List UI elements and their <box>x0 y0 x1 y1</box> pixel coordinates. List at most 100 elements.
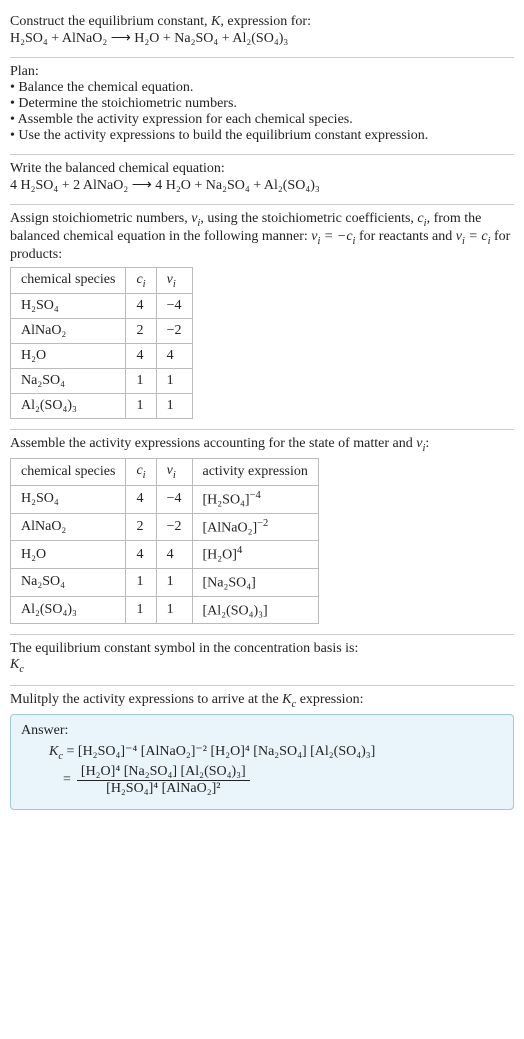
table-row: H₂O44[H₂O]4 <box>11 541 319 569</box>
table-row: Al₂(SO₄)₃11[Al₂(SO₄)₃] <box>11 596 319 624</box>
kc-symbol-text: The equilibrium constant symbol in the c… <box>10 641 514 657</box>
col-ci: ci <box>126 267 156 294</box>
cell-nui: −4 <box>156 485 192 513</box>
stoich-block: Assign stoichiometric numbers, νi, using… <box>10 205 514 429</box>
stoich-text-a: Assign stoichiometric numbers, <box>10 211 191 226</box>
cell-species: Al₂(SO₄)₃ <box>11 596 126 624</box>
cell-nui: 4 <box>156 541 192 569</box>
header-text-b: , expression for: <box>220 14 311 29</box>
col-species: chemical species <box>11 267 126 294</box>
activity-block: Assemble the activity expressions accoun… <box>10 430 514 634</box>
nu-symbol: νi <box>191 211 200 226</box>
header-text-a: Construct the equilibrium constant, <box>10 14 211 29</box>
plan-bullet-2: • Determine the stoichiometric numbers. <box>10 96 514 112</box>
plan-bullet-3: • Assemble the activity expression for e… <box>10 112 514 128</box>
cell-species: AlNaO₂ <box>11 319 126 344</box>
cell-nui: −2 <box>156 513 192 541</box>
plan-bullet-1: • Balance the chemical equation. <box>10 80 514 96</box>
table-row: Na₂SO₄11 <box>11 369 193 394</box>
cell-ci: 4 <box>126 344 156 369</box>
cell-species: H₂O <box>11 541 126 569</box>
cell-activity: [H₂SO₄]−4 <box>192 485 318 513</box>
final-text-b: expression: <box>296 692 363 707</box>
cell-species: H₂O <box>11 344 126 369</box>
cell-ci: 1 <box>126 568 156 596</box>
answer-content: Kc = [H₂SO₄]⁻⁴ [AlNaO₂]⁻² [H₂O]⁴ [Na₂SO₄… <box>21 743 503 797</box>
header-block: Construct the equilibrium constant, K, e… <box>10 8 514 57</box>
balanced-block: Write the balanced chemical equation: 4 … <box>10 155 514 204</box>
cell-ci: 1 <box>126 369 156 394</box>
cell-activity: [Na₂SO₄] <box>192 568 318 596</box>
final-text-a: Mulitply the activity expressions to arr… <box>10 692 282 707</box>
kc-symbol-inline: Kc <box>282 692 296 707</box>
stoich-table: chemical species ci νi H₂SO₄4−4 AlNaO₂2−… <box>10 267 193 420</box>
cell-nui: 1 <box>156 369 192 394</box>
nu-eq-c: νi = ci <box>456 229 491 244</box>
cell-ci: 1 <box>126 596 156 624</box>
activity-table: chemical species ci νi activity expressi… <box>10 458 319 624</box>
stoich-text-b: , using the stoichiometric coefficients, <box>200 211 417 226</box>
cell-species: Na₂SO₄ <box>11 568 126 596</box>
cell-ci: 4 <box>126 294 156 319</box>
activity-text-a: Assemble the activity expressions accoun… <box>10 436 416 451</box>
answer-line-2: = [H₂O]⁴ [Na₂SO₄] [Al₂(SO₄)₃] [H₂SO₄]⁴ [… <box>63 764 503 797</box>
cell-nui: 4 <box>156 344 192 369</box>
cell-activity: [AlNaO₂]−2 <box>192 513 318 541</box>
cell-ci: 4 <box>126 541 156 569</box>
cell-activity: [H₂O]4 <box>192 541 318 569</box>
final-intro: Mulitply the activity expressions to arr… <box>10 692 514 710</box>
cell-nui: 1 <box>156 394 192 419</box>
table-row: Na₂SO₄11[Na₂SO₄] <box>11 568 319 596</box>
table-row: AlNaO₂2−2[AlNaO₂]−2 <box>11 513 319 541</box>
col-ci: ci <box>126 459 156 486</box>
kc-symbol: Kc <box>10 657 514 675</box>
cell-nui: −4 <box>156 294 192 319</box>
plan-title: Plan: <box>10 64 514 80</box>
table-row: Al₂(SO₄)₃11 <box>11 394 193 419</box>
table-row: H₂O44 <box>11 344 193 369</box>
table-row: H₂SO₄4−4[H₂SO₄]−4 <box>11 485 319 513</box>
equals-sign: = <box>63 772 71 788</box>
answer-label: Answer: <box>21 723 503 739</box>
cell-species: H₂SO₄ <box>11 485 126 513</box>
table-header-row: chemical species ci νi <box>11 267 193 294</box>
c-symbol: ci <box>417 211 426 226</box>
balanced-equation: 4 H₂SO₄ + 2 AlNaO₂ ⟶ 4 H₂O + Na₂SO₄ + Al… <box>10 177 514 194</box>
unbalanced-equation: H₂SO₄ + AlNaO₂ ⟶ H₂O + Na₂SO₄ + Al₂(SO₄)… <box>10 31 288 46</box>
cell-species: Al₂(SO₄)₃ <box>11 394 126 419</box>
answer-box: Answer: Kc = [H₂SO₄]⁻⁴ [AlNaO₂]⁻² [H₂O]⁴… <box>10 714 514 810</box>
table-row: AlNaO₂2−2 <box>11 319 193 344</box>
col-nui: νi <box>156 459 192 486</box>
activity-intro: Assemble the activity expressions accoun… <box>10 436 514 454</box>
cell-nui: −2 <box>156 319 192 344</box>
cell-species: AlNaO₂ <box>11 513 126 541</box>
plan-bullet-4: • Use the activity expressions to build … <box>10 128 514 144</box>
fraction-numerator: [H₂O]⁴ [Na₂SO₄] [Al₂(SO₄)₃] <box>77 764 250 781</box>
nu-eq-neg-c: νi = −ci <box>311 229 355 244</box>
cell-ci: 2 <box>126 319 156 344</box>
cell-ci: 2 <box>126 513 156 541</box>
answer-fraction: [H₂O]⁴ [Na₂SO₄] [Al₂(SO₄)₃] [H₂SO₄]⁴ [Al… <box>77 764 250 797</box>
cell-ci: 4 <box>126 485 156 513</box>
kc-symbol-block: The equilibrium constant symbol in the c… <box>10 635 514 685</box>
fraction-denominator: [H₂SO₄]⁴ [AlNaO₂]² <box>77 781 250 797</box>
cell-ci: 1 <box>126 394 156 419</box>
table-row: H₂SO₄4−4 <box>11 294 193 319</box>
final-block: Mulitply the activity expressions to arr… <box>10 686 514 820</box>
k-symbol: K <box>211 14 220 29</box>
col-nui: νi <box>156 267 192 294</box>
plan-block: Plan: • Balance the chemical equation. •… <box>10 58 514 154</box>
cell-nui: 1 <box>156 596 192 624</box>
stoich-intro: Assign stoichiometric numbers, νi, using… <box>10 211 514 263</box>
col-species: chemical species <box>11 459 126 486</box>
cell-nui: 1 <box>156 568 192 596</box>
table-header-row: chemical species ci νi activity expressi… <box>11 459 319 486</box>
stoich-text-d: for reactants and <box>355 229 455 244</box>
answer-line-1: Kc = [H₂SO₄]⁻⁴ [AlNaO₂]⁻² [H₂O]⁴ [Na₂SO₄… <box>49 743 503 762</box>
cell-species: Na₂SO₄ <box>11 369 126 394</box>
activity-text-b: : <box>425 436 429 451</box>
col-activity: activity expression <box>192 459 318 486</box>
balanced-title: Write the balanced chemical equation: <box>10 161 514 177</box>
cell-activity: [Al₂(SO₄)₃] <box>192 596 318 624</box>
cell-species: H₂SO₄ <box>11 294 126 319</box>
